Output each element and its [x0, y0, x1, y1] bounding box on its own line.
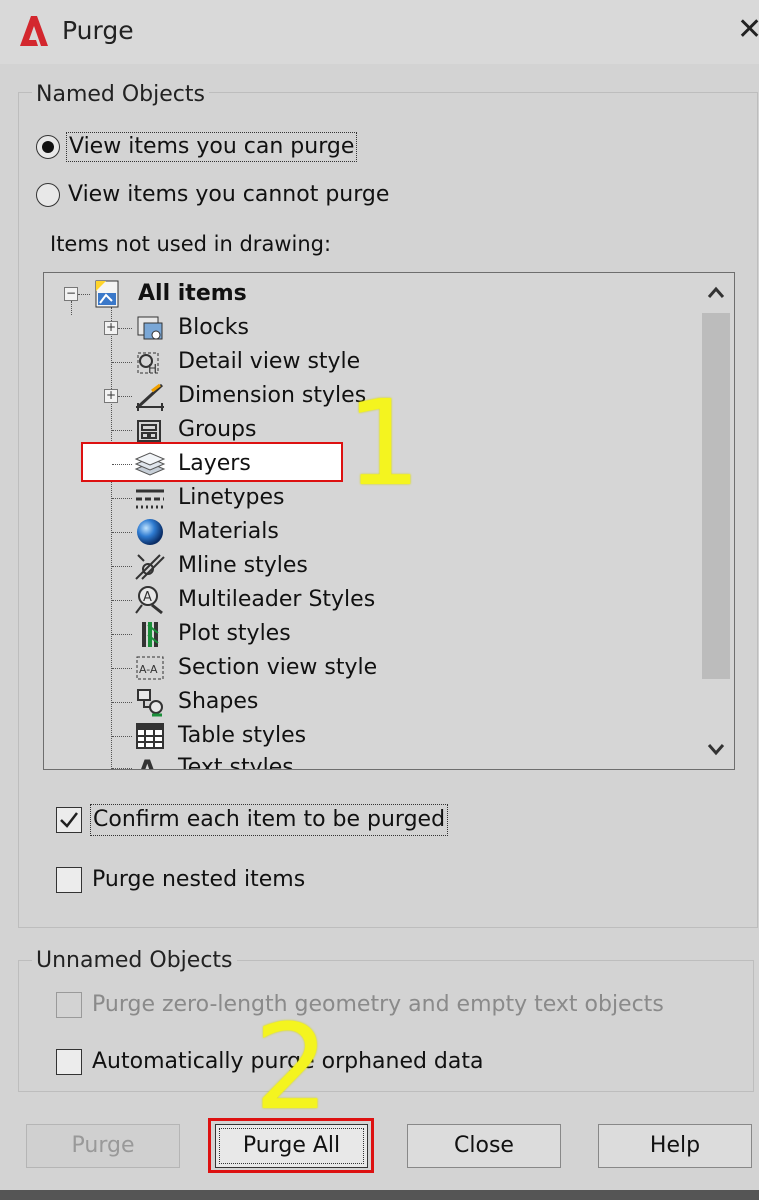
- expand-icon[interactable]: +: [104, 321, 118, 335]
- view-can-purge-label: View items you can purge: [66, 132, 358, 162]
- blocks-icon: [134, 313, 166, 343]
- step-1-annotation: 1: [346, 374, 422, 512]
- tree-scrollbar[interactable]: [698, 273, 734, 769]
- text-styles-icon: A: [134, 753, 166, 770]
- tree-item-label: Shapes: [178, 689, 259, 714]
- confirm-each-item-label: Confirm each item to be purged: [90, 804, 449, 836]
- tree-item-label: Plot styles: [178, 621, 291, 646]
- tree-item-plot-styles[interactable]: Plot styles: [44, 617, 684, 651]
- tree-item-materials[interactable]: Materials: [44, 515, 684, 549]
- close-button[interactable]: Close: [407, 1124, 561, 1168]
- tree-item-all-items[interactable]: − All items: [44, 277, 684, 311]
- purge-nested-items-label: Purge nested items: [92, 867, 306, 892]
- tree-item-label: All items: [138, 281, 247, 306]
- checkbox-icon[interactable]: [56, 867, 82, 893]
- window-title: Purge: [62, 16, 134, 45]
- shapes-icon: [134, 687, 166, 717]
- svg-text:A: A: [138, 755, 157, 770]
- section-view-icon: A-A: [134, 653, 166, 683]
- view-can-purge-radio[interactable]: View items you can purge: [36, 132, 496, 164]
- tree-item-section-view-style[interactable]: A-A Section view style: [44, 651, 684, 685]
- tree-item-label: Dimension styles: [178, 383, 367, 408]
- window-bottom-edge: [0, 1190, 759, 1200]
- tree-item-blocks[interactable]: + Blocks: [44, 311, 684, 345]
- plot-styles-icon: [134, 619, 166, 649]
- purge-orphaned-data-checkbox[interactable]: Automatically purge orphaned data: [56, 1046, 656, 1078]
- svg-text:H: H: [148, 362, 157, 376]
- dimension-icon: [134, 381, 166, 411]
- radio-button-icon[interactable]: [36, 135, 60, 159]
- view-cannot-purge-radio[interactable]: View items you cannot purge: [36, 180, 496, 212]
- items-tree-view[interactable]: − All items + Blocks H Detail view style: [43, 272, 735, 770]
- tree-item-label: Blocks: [178, 315, 249, 340]
- purge-nested-items-checkbox[interactable]: Purge nested items: [56, 864, 656, 896]
- scroll-up-icon[interactable]: [698, 273, 734, 313]
- view-cannot-purge-label: View items you cannot purge: [68, 182, 390, 207]
- purge-zero-length-checkbox: Purge zero-length geometry and empty tex…: [56, 989, 664, 1021]
- scroll-down-icon[interactable]: [698, 729, 734, 769]
- table-icon: [134, 721, 166, 751]
- purge-button: Purge: [26, 1124, 180, 1168]
- tree-item-label: Detail view style: [178, 349, 361, 374]
- checkbox-disabled-icon: [56, 992, 82, 1018]
- help-button[interactable]: Help: [598, 1124, 752, 1168]
- tree-item-label: Layers: [178, 451, 251, 476]
- tree-item-label: Mline styles: [178, 553, 308, 578]
- mline-icon: [134, 551, 166, 581]
- purge-zero-length-label: Purge zero-length geometry and empty tex…: [92, 992, 664, 1017]
- tree-item-mline-styles[interactable]: Mline styles: [44, 549, 684, 583]
- step-2-annotation: 2: [254, 998, 330, 1136]
- tree-item-label: Section view style: [178, 655, 378, 680]
- tree-item-label: Table styles: [178, 723, 307, 748]
- confirm-each-item-checkbox[interactable]: Confirm each item to be purged: [56, 804, 656, 836]
- purge-all-button[interactable]: Purge All: [215, 1124, 368, 1168]
- tree-item-multileader-styles[interactable]: A Multileader Styles: [44, 583, 684, 617]
- tree-item-label: Groups: [178, 417, 257, 442]
- groups-icon: [134, 415, 166, 445]
- linetypes-icon: [134, 483, 166, 513]
- tree-list: − All items + Blocks H Detail view style: [44, 273, 694, 770]
- tree-item-label: Materials: [178, 519, 279, 544]
- drawing-icon: [92, 279, 124, 309]
- tree-item-label: Text styles: [178, 755, 294, 770]
- svg-text:A-A: A-A: [139, 663, 158, 676]
- materials-icon: [134, 517, 166, 547]
- svg-text:A: A: [143, 590, 152, 605]
- named-objects-title: Named Objects: [32, 80, 209, 110]
- scrollbar-thumb[interactable]: [702, 313, 730, 679]
- tree-item-label: Linetypes: [178, 485, 285, 510]
- items-caption: Items not used in drawing:: [50, 232, 332, 256]
- detail-view-icon: H: [134, 347, 166, 377]
- expand-icon[interactable]: +: [104, 389, 118, 403]
- checkbox-icon[interactable]: [56, 1049, 82, 1075]
- multileader-icon: A: [134, 585, 166, 615]
- tree-item-shapes[interactable]: Shapes: [44, 685, 684, 719]
- unnamed-objects-title: Unnamed Objects: [32, 946, 237, 976]
- layers-icon: [134, 449, 166, 479]
- autocad-logo-icon: [18, 14, 50, 48]
- close-icon[interactable]: ✕: [737, 10, 759, 50]
- tree-item-table-styles[interactable]: Table styles: [44, 719, 684, 753]
- collapse-icon[interactable]: −: [64, 287, 78, 301]
- tree-item-text-styles[interactable]: A Text styles: [44, 751, 684, 770]
- radio-button-icon[interactable]: [36, 183, 60, 207]
- tree-item-label: Multileader Styles: [178, 587, 376, 612]
- checkbox-checked-icon[interactable]: [56, 807, 82, 833]
